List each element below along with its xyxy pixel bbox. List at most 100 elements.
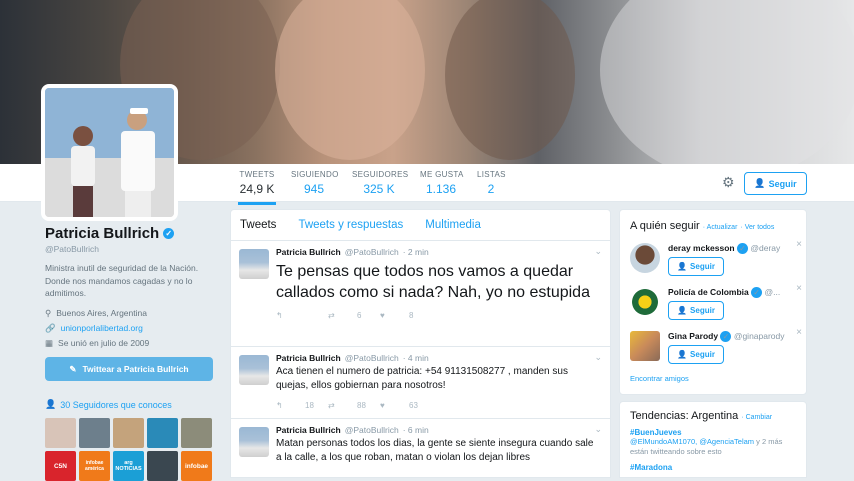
- known-avatar[interactable]: [113, 418, 144, 448]
- chevron-down-icon[interactable]: ⌄: [594, 424, 602, 435]
- follow-suggestion-button[interactable]: 👤 Seguir: [668, 345, 724, 364]
- known-avatar[interactable]: infobae américa: [79, 451, 110, 481]
- verified-icon: ✓: [737, 243, 748, 254]
- tab-tweets[interactable]: Tweets: [240, 219, 276, 231]
- verified-icon: ✓: [163, 228, 175, 239]
- known-avatar[interactable]: infobae: [181, 451, 212, 481]
- tweet-to-button[interactable]: ✎ Twittear a Patricia Bullrich: [45, 357, 213, 381]
- people-icon: 👤: [45, 399, 57, 409]
- reply-icon[interactable]: ↰: [276, 311, 328, 320]
- follow-suggestion-button[interactable]: 👤 Seguir: [668, 301, 724, 320]
- known-avatar[interactable]: arg NOTICIAS: [113, 451, 144, 481]
- who-to-follow-panel: A quién seguir · Actualizar · Ver todos …: [619, 209, 807, 395]
- tweet-time[interactable]: · 2 min: [403, 247, 429, 257]
- known-avatar[interactable]: [147, 451, 178, 481]
- like-button[interactable]: ♥ 63: [380, 401, 432, 410]
- stat-lists[interactable]: LISTAS 2: [477, 170, 505, 196]
- tweet-actions: ↰ 18 ⇄ 88 ♥ 63: [276, 393, 600, 417]
- tweet-author-handle: @PatoBullrich: [344, 353, 399, 363]
- close-icon[interactable]: ×: [796, 283, 802, 294]
- tweet-author-handle: @PatoBullrich: [344, 425, 399, 435]
- known-avatar[interactable]: C5N: [45, 451, 76, 481]
- retweet-button[interactable]: ⇄ 6: [328, 311, 380, 320]
- trends-panel: Tendencias: Argentina · Cambiar #BuenJue…: [619, 401, 807, 478]
- profile-avatar[interactable]: [41, 84, 178, 221]
- trends-title: Tendencias: Argentina: [630, 410, 739, 422]
- gear-icon[interactable]: ⚙: [722, 174, 735, 191]
- stat-likes[interactable]: ME GUSTA 1.136: [420, 170, 463, 196]
- view-all-link[interactable]: · Ver todos: [740, 224, 774, 231]
- calendar-icon: ▦: [45, 337, 54, 348]
- profile-name[interactable]: Patricia Bullrich: [45, 225, 159, 242]
- verified-icon: ✓: [720, 331, 732, 342]
- heart-icon: ♥: [380, 310, 385, 320]
- who-to-follow-title: A quién seguir: [630, 220, 700, 232]
- tweet-author-name[interactable]: Patricia Bullrich: [276, 353, 341, 363]
- retweet-icon: ⇄: [328, 400, 335, 410]
- tab-media[interactable]: Multimedia: [425, 219, 481, 231]
- tweet-avatar[interactable]: [239, 249, 269, 279]
- link-icon: 🔗: [45, 322, 56, 333]
- close-icon[interactable]: ×: [796, 239, 802, 250]
- suggestion-avatar[interactable]: [630, 243, 660, 273]
- profile-location: Buenos Aires, Argentina: [56, 308, 147, 318]
- tweet-avatar[interactable]: [239, 355, 269, 385]
- stat-followers[interactable]: SEGUIDORES 325 K: [352, 170, 408, 196]
- profile-bio: Ministra inutil de seguridad de la Nació…: [45, 263, 199, 298]
- add-user-icon: 👤: [754, 178, 766, 188]
- tweet-author-handle: @PatoBullrich: [344, 247, 399, 257]
- close-icon[interactable]: ×: [796, 327, 802, 338]
- tweet-item[interactable]: Patricia Bullrich @PatoBullrich · 2 min …: [231, 241, 610, 347]
- reply-icon: ↰: [276, 400, 283, 410]
- profile-card: Patricia Bullrich ✓ @PatoBullrich Minist…: [45, 225, 217, 351]
- tweet-item[interactable]: Patricia Bullrich @PatoBullrich · 4 min …: [231, 347, 610, 419]
- known-avatar[interactable]: [181, 418, 212, 448]
- avatar-photo: [45, 88, 174, 217]
- profile-joined: Se unió en julio de 2009: [58, 338, 150, 348]
- retweet-icon: ⇄: [328, 310, 335, 320]
- change-trends-link[interactable]: · Cambiar: [741, 414, 772, 421]
- compose-icon: ✎: [69, 363, 77, 374]
- tweet-text: Aca tienen el numero de patricia: +54 91…: [276, 366, 568, 391]
- follow-suggestion-button[interactable]: 👤 Seguir: [668, 257, 724, 276]
- stat-tweets[interactable]: TWEETS 24,9 K: [238, 170, 276, 205]
- timeline-tabs: Tweets Tweets y respuestas Multimedia: [231, 210, 610, 241]
- tweet-text: Te pensas que todos nos vamos a quedar c…: [276, 263, 590, 301]
- retweet-button[interactable]: ⇄ 88: [328, 401, 380, 410]
- tab-tweets-replies[interactable]: Tweets y respuestas: [298, 219, 403, 231]
- add-user-icon: 👤: [677, 350, 688, 359]
- timeline: Tweets Tweets y respuestas Multimedia Pa…: [230, 209, 611, 478]
- tweet-avatar[interactable]: [239, 427, 269, 457]
- find-friends-link[interactable]: Encontrar amigos: [630, 374, 689, 383]
- heart-icon: ♥: [380, 400, 385, 410]
- followers-you-know-link[interactable]: 👤 30 Seguidores que conoces: [45, 399, 172, 410]
- tweet-author-name[interactable]: Patricia Bullrich: [276, 247, 341, 257]
- known-avatar[interactable]: [147, 418, 178, 448]
- suggestion-avatar[interactable]: [630, 287, 660, 317]
- known-avatar[interactable]: [45, 418, 76, 448]
- tweet-author-name[interactable]: Patricia Bullrich: [276, 425, 341, 435]
- profile-website[interactable]: unionporlalibertad.org: [61, 323, 143, 333]
- refresh-link[interactable]: · Actualizar: [703, 224, 738, 231]
- trend-item[interactable]: #BuenJueves: [630, 428, 796, 437]
- verified-icon: ✓: [751, 287, 763, 298]
- add-user-icon: 👤: [677, 262, 688, 271]
- suggestion-avatar[interactable]: [630, 331, 660, 361]
- followers-you-know-grid: C5N infobae américa arg NOTICIAS infobae: [45, 418, 215, 481]
- chevron-down-icon[interactable]: ⌄: [594, 246, 602, 257]
- location-icon: ⚲: [45, 307, 52, 318]
- tweet-text: Matan personas todos los dias, la gente …: [276, 438, 594, 463]
- trend-item[interactable]: #Maradona: [630, 463, 796, 472]
- follow-button[interactable]: 👤 Seguir: [744, 172, 807, 195]
- tweet-actions: ↰ ⇄ 6 ♥ 8: [276, 303, 600, 327]
- trend-description: @ElMundoAM1070, @AgenciaTelam y 2 más es…: [630, 437, 783, 456]
- reply-button[interactable]: ↰ 18: [276, 401, 328, 410]
- tweet-time[interactable]: · 4 min: [403, 353, 429, 363]
- tweet-item[interactable]: Patricia Bullrich @PatoBullrich · 6 min …: [231, 419, 610, 477]
- known-avatar[interactable]: [79, 418, 110, 448]
- like-button[interactable]: ♥ 8: [380, 311, 432, 320]
- profile-handle[interactable]: @PatoBullrich: [45, 244, 217, 254]
- tweet-time[interactable]: · 6 min: [403, 425, 429, 435]
- chevron-down-icon[interactable]: ⌄: [594, 352, 602, 363]
- stat-following[interactable]: SIGUIENDO 945: [291, 170, 338, 196]
